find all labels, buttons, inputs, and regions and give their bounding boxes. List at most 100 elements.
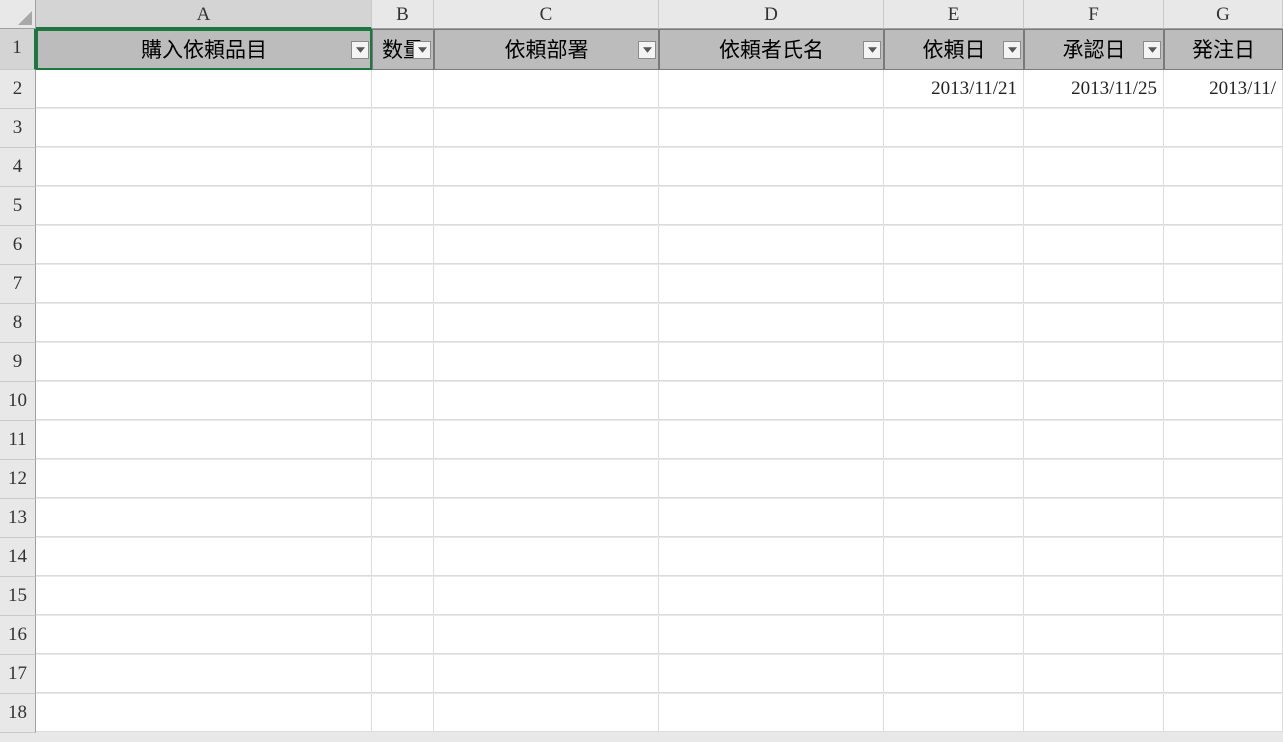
cell-f2[interactable]: 2013/11/25 — [1024, 70, 1164, 108]
cell-g17[interactable] — [1164, 655, 1283, 693]
row-header-13[interactable]: 13 — [0, 499, 36, 538]
row-header-7[interactable]: 7 — [0, 265, 36, 304]
cell-a17[interactable] — [36, 655, 372, 693]
row-header-17[interactable]: 17 — [0, 655, 36, 694]
cell-c11[interactable] — [434, 421, 659, 459]
cell-b11[interactable] — [372, 421, 434, 459]
cell-a1[interactable]: 購入依頼品目 — [36, 29, 372, 70]
cell-g13[interactable] — [1164, 499, 1283, 537]
cell-a6[interactable] — [36, 226, 372, 264]
cell-d2[interactable] — [659, 70, 884, 108]
cell-d4[interactable] — [659, 148, 884, 186]
column-header-g[interactable]: G — [1164, 0, 1283, 29]
cell-b10[interactable] — [372, 382, 434, 420]
row-header-11[interactable]: 11 — [0, 421, 36, 460]
row-header-1[interactable]: 1 — [0, 29, 36, 70]
cell-a9[interactable] — [36, 343, 372, 381]
cell-f12[interactable] — [1024, 460, 1164, 498]
cell-c16[interactable] — [434, 616, 659, 654]
cell-a18[interactable] — [36, 694, 372, 732]
cell-a2[interactable] — [36, 70, 372, 108]
cell-d14[interactable] — [659, 538, 884, 576]
cell-d8[interactable] — [659, 304, 884, 342]
cell-d18[interactable] — [659, 694, 884, 732]
filter-dropdown-b[interactable] — [413, 41, 431, 59]
cell-a7[interactable] — [36, 265, 372, 303]
cell-e8[interactable] — [884, 304, 1024, 342]
cell-b16[interactable] — [372, 616, 434, 654]
cell-f17[interactable] — [1024, 655, 1164, 693]
cell-e4[interactable] — [884, 148, 1024, 186]
cell-e10[interactable] — [884, 382, 1024, 420]
cell-e15[interactable] — [884, 577, 1024, 615]
cell-a16[interactable] — [36, 616, 372, 654]
row-header-6[interactable]: 6 — [0, 226, 36, 265]
cell-f4[interactable] — [1024, 148, 1164, 186]
row-header-8[interactable]: 8 — [0, 304, 36, 343]
cell-g7[interactable] — [1164, 265, 1283, 303]
cell-f16[interactable] — [1024, 616, 1164, 654]
cell-c3[interactable] — [434, 109, 659, 147]
column-header-f[interactable]: F — [1024, 0, 1164, 29]
cell-d5[interactable] — [659, 187, 884, 225]
cell-d10[interactable] — [659, 382, 884, 420]
row-header-4[interactable]: 4 — [0, 148, 36, 187]
cell-c7[interactable] — [434, 265, 659, 303]
cell-e7[interactable] — [884, 265, 1024, 303]
cell-c8[interactable] — [434, 304, 659, 342]
cell-b5[interactable] — [372, 187, 434, 225]
cell-b13[interactable] — [372, 499, 434, 537]
cell-c4[interactable] — [434, 148, 659, 186]
cell-g18[interactable] — [1164, 694, 1283, 732]
cell-f9[interactable] — [1024, 343, 1164, 381]
row-header-15[interactable]: 15 — [0, 577, 36, 616]
cell-a8[interactable] — [36, 304, 372, 342]
cell-b4[interactable] — [372, 148, 434, 186]
cell-b6[interactable] — [372, 226, 434, 264]
cell-e2[interactable]: 2013/11/21 — [884, 70, 1024, 108]
cell-a3[interactable] — [36, 109, 372, 147]
cell-d15[interactable] — [659, 577, 884, 615]
cell-c1[interactable]: 依頼部署 — [434, 29, 659, 70]
cell-g5[interactable] — [1164, 187, 1283, 225]
cell-e9[interactable] — [884, 343, 1024, 381]
row-header-12[interactable]: 12 — [0, 460, 36, 499]
cell-a12[interactable] — [36, 460, 372, 498]
cell-a5[interactable] — [36, 187, 372, 225]
row-header-2[interactable]: 2 — [0, 70, 36, 109]
cell-g9[interactable] — [1164, 343, 1283, 381]
cell-c18[interactable] — [434, 694, 659, 732]
row-header-5[interactable]: 5 — [0, 187, 36, 226]
cell-b8[interactable] — [372, 304, 434, 342]
cell-e1[interactable]: 依頼日 — [884, 29, 1024, 70]
cell-f18[interactable] — [1024, 694, 1164, 732]
cell-f3[interactable] — [1024, 109, 1164, 147]
cell-f1[interactable]: 承認日 — [1024, 29, 1164, 70]
row-header-14[interactable]: 14 — [0, 538, 36, 577]
cell-e16[interactable] — [884, 616, 1024, 654]
cell-e13[interactable] — [884, 499, 1024, 537]
cell-d17[interactable] — [659, 655, 884, 693]
cell-c17[interactable] — [434, 655, 659, 693]
cell-d16[interactable] — [659, 616, 884, 654]
cell-d11[interactable] — [659, 421, 884, 459]
cell-f6[interactable] — [1024, 226, 1164, 264]
cell-d9[interactable] — [659, 343, 884, 381]
select-all-corner[interactable] — [0, 0, 36, 29]
cell-d13[interactable] — [659, 499, 884, 537]
cell-a13[interactable] — [36, 499, 372, 537]
cell-e17[interactable] — [884, 655, 1024, 693]
cell-c12[interactable] — [434, 460, 659, 498]
cell-a15[interactable] — [36, 577, 372, 615]
cell-c9[interactable] — [434, 343, 659, 381]
cell-g3[interactable] — [1164, 109, 1283, 147]
cell-c6[interactable] — [434, 226, 659, 264]
cell-g8[interactable] — [1164, 304, 1283, 342]
cell-c5[interactable] — [434, 187, 659, 225]
filter-dropdown-f[interactable] — [1143, 41, 1161, 59]
cell-e14[interactable] — [884, 538, 1024, 576]
cell-e11[interactable] — [884, 421, 1024, 459]
cell-a11[interactable] — [36, 421, 372, 459]
cell-b15[interactable] — [372, 577, 434, 615]
cell-e3[interactable] — [884, 109, 1024, 147]
